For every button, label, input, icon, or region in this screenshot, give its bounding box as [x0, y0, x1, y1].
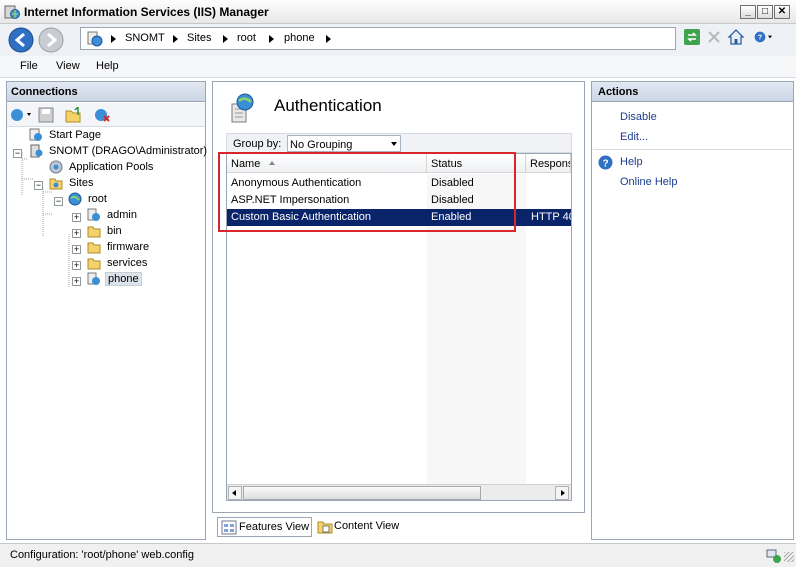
svg-text:?: ?	[758, 33, 763, 42]
action-disable[interactable]: Disable	[620, 111, 657, 123]
tree-label-services: services	[107, 257, 148, 269]
help-icon: ?	[598, 155, 613, 170]
crumb-phone[interactable]: phone	[284, 32, 315, 44]
site-globe-icon	[87, 31, 103, 47]
crumb-server[interactable]: SNOMT	[125, 32, 165, 44]
content-view-icon	[317, 521, 333, 534]
maximize-button[interactable]: □	[757, 5, 773, 19]
tree-label-start-page: Start Page	[49, 129, 101, 141]
tree-label-sites: Sites	[69, 177, 94, 189]
resize-grip-icon[interactable]	[784, 552, 794, 562]
tab-content-view[interactable]: Content View	[314, 517, 406, 537]
menu-file[interactable]: File	[20, 60, 38, 72]
collapse-server-icon[interactable]: −	[13, 149, 22, 158]
scroll-right-button[interactable]	[555, 486, 569, 500]
folder-up-icon[interactable]	[65, 107, 81, 123]
crumb-separator-icon	[223, 35, 228, 43]
server-icon	[30, 144, 43, 158]
tab-content-view-label: Content View	[334, 520, 400, 532]
action-edit[interactable]: Edit...	[620, 131, 648, 143]
scroll-left-button[interactable]	[228, 486, 242, 500]
window-title: Internet Information Services (IIS) Mana…	[24, 5, 269, 19]
app-globe-icon	[87, 272, 100, 285]
action-online-help[interactable]: Online Help	[620, 176, 677, 188]
home-icon[interactable]	[726, 27, 746, 47]
menu-view[interactable]: View	[56, 60, 80, 72]
crumb-separator-icon	[173, 35, 178, 43]
expand-bin-icon[interactable]: +	[72, 229, 81, 238]
stop-icon[interactable]	[704, 27, 724, 47]
save-icon[interactable]	[38, 107, 54, 123]
authentication-feature-icon	[231, 93, 254, 123]
disconnect-icon[interactable]	[93, 107, 111, 123]
status-bar: Configuration: 'root/phone' web.config	[0, 543, 796, 567]
application-pools-icon	[49, 160, 63, 174]
crumb-separator-icon	[326, 35, 331, 43]
folder-icon	[87, 242, 101, 254]
scroll-left-icon	[232, 490, 236, 496]
address-bar[interactable]: SNOMT Sites root phone	[80, 27, 676, 50]
crumb-sites[interactable]: Sites	[187, 32, 211, 44]
horizontal-scrollbar[interactable]	[227, 484, 571, 500]
help-dropdown-icon[interactable]: ?	[754, 27, 774, 47]
menu-bar: File View Help	[0, 56, 796, 78]
tree-label-bin: bin	[107, 225, 122, 237]
close-button[interactable]: ✕	[774, 5, 790, 19]
highlight-box	[218, 152, 516, 232]
start-page-icon	[29, 128, 42, 141]
expand-admin-icon[interactable]: +	[72, 213, 81, 222]
forward-button[interactable]	[38, 27, 64, 53]
site-globe-icon	[68, 192, 82, 206]
features-view-icon	[221, 520, 237, 535]
tab-features-view[interactable]: Features View	[217, 517, 312, 537]
tree-label-phone: phone	[105, 272, 142, 286]
group-by-label: Group by:	[233, 138, 282, 150]
group-by-bar: Group by: No Grouping	[226, 133, 572, 153]
connections-panel: Connections Start Page − SNOMT (DRAGO\Ad…	[6, 81, 208, 540]
tree-label-server: SNOMT (DRAGO\Administrator)	[49, 145, 208, 157]
sites-folder-icon	[49, 178, 63, 190]
tab-features-view-label: Features View	[239, 521, 310, 533]
network-status-icon	[766, 549, 781, 563]
column-header-response[interactable]: Respons	[526, 154, 571, 173]
collapse-sites-icon[interactable]: −	[34, 181, 43, 190]
connect-icon[interactable]	[10, 107, 32, 123]
status-text: Configuration: 'root/phone' web.config	[10, 549, 194, 561]
row-response: HTTP 40	[531, 211, 571, 223]
minimize-button[interactable]: _	[740, 5, 756, 19]
iis-app-icon	[4, 5, 20, 19]
expand-services-icon[interactable]: +	[72, 261, 81, 270]
group-by-value: No Grouping	[290, 139, 353, 151]
scroll-thumb[interactable]	[243, 486, 481, 500]
tree-label-admin: admin	[107, 209, 137, 221]
app-globe-icon	[87, 208, 100, 221]
actions-header: Actions	[592, 82, 793, 102]
actions-divider	[593, 149, 792, 150]
crumb-root[interactable]: root	[237, 32, 256, 44]
folder-icon	[87, 258, 101, 270]
svg-text:?: ?	[602, 159, 608, 170]
title-bar: Internet Information Services (IIS) Mana…	[0, 0, 796, 24]
scroll-right-icon	[561, 490, 565, 496]
refresh-icon[interactable]	[682, 27, 702, 47]
actions-panel: Actions Disable Edit... ? Help Online He…	[591, 81, 794, 540]
chevron-down-icon	[391, 142, 397, 146]
tree-label-app-pools: Application Pools	[69, 161, 154, 173]
crumb-separator-icon	[269, 35, 274, 43]
action-help[interactable]: Help	[620, 156, 643, 168]
group-by-dropdown[interactable]: No Grouping	[287, 135, 401, 152]
page-title: Authentication	[274, 96, 382, 115]
crumb-separator-icon	[111, 35, 116, 43]
expand-phone-icon[interactable]: +	[72, 277, 81, 286]
expand-firmware-icon[interactable]: +	[72, 245, 81, 254]
tree-label-root: root	[88, 193, 107, 205]
menu-help[interactable]: Help	[96, 60, 119, 72]
folder-icon	[87, 226, 101, 238]
collapse-root-icon[interactable]: −	[54, 197, 63, 206]
navigation-bar: SNOMT Sites root phone ?	[0, 24, 796, 56]
connections-header: Connections	[7, 82, 205, 102]
back-button[interactable]	[8, 27, 34, 53]
tree-label-firmware: firmware	[107, 241, 150, 253]
connections-toolbar	[7, 103, 205, 127]
